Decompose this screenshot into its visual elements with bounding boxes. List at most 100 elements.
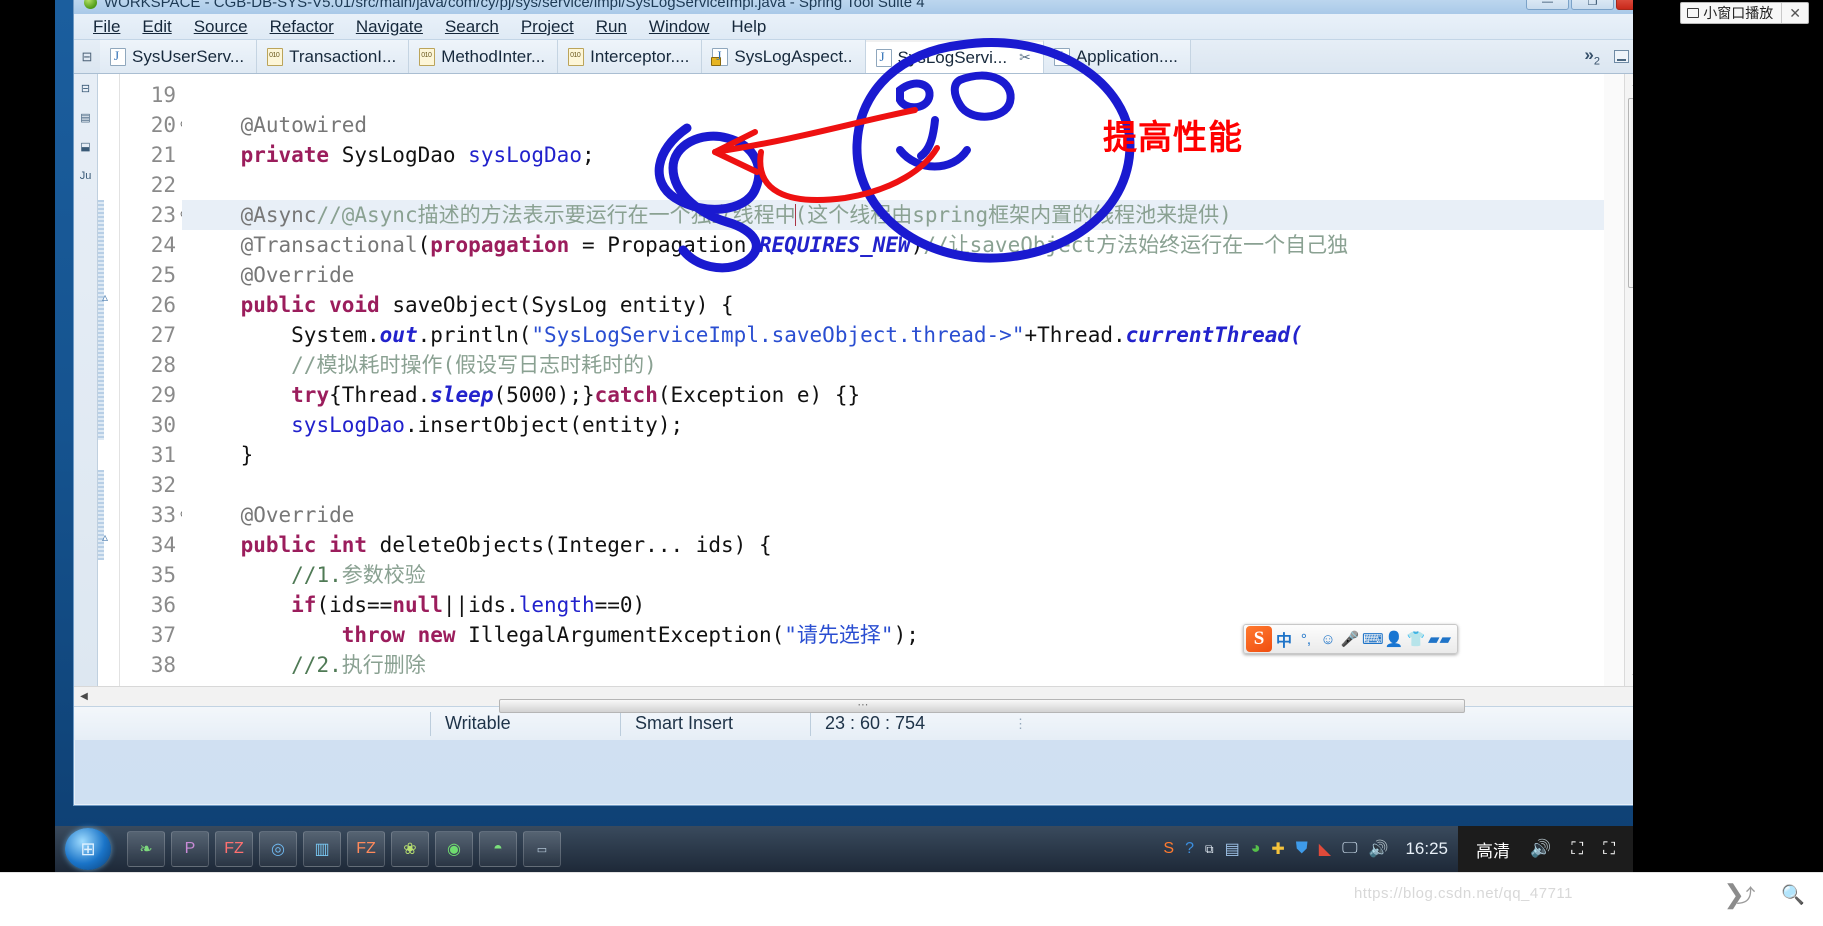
- minimize-button[interactable]: —: [1526, 0, 1569, 10]
- code-line-24[interactable]: @Transactional(propagation = Propagation…: [182, 230, 1604, 260]
- pip-float-widget[interactable]: 小窗口播放 ✕: [1680, 2, 1809, 24]
- smiley-icon[interactable]: ☺: [1318, 631, 1338, 648]
- editor-marker-bar[interactable]: ▵ ▵: [98, 74, 120, 686]
- keyboard-icon[interactable]: ⌨: [1362, 630, 1384, 648]
- pip-float-label-wrap[interactable]: 小窗口播放: [1681, 3, 1781, 23]
- line-number-30[interactable]: 30: [120, 410, 176, 440]
- line-number-36[interactable]: 36: [120, 590, 176, 620]
- line-number-25[interactable]: 25: [120, 260, 176, 290]
- taskbar-item-7[interactable]: ❀: [391, 831, 429, 867]
- taskbar-item-1[interactable]: ❧: [127, 831, 165, 867]
- hscroll-left-arrow[interactable]: ◀: [74, 691, 94, 702]
- code-line-23[interactable]: @Async//@Async描述的方法表示要运行在一个独立线程中(这个线程由sp…: [182, 200, 1604, 230]
- sogou-tray-icon[interactable]: S: [1163, 840, 1174, 858]
- user-icon[interactable]: 👤: [1384, 630, 1404, 648]
- menu-run[interactable]: Run: [585, 15, 638, 39]
- microphone-icon[interactable]: 🎤: [1340, 630, 1360, 648]
- scroll-up-arrow[interactable]: ▲: [1627, 74, 1633, 92]
- help-icon[interactable]: ?: [1185, 840, 1194, 858]
- line-number-35[interactable]: 35: [120, 560, 176, 590]
- line-number-27[interactable]: 27: [120, 320, 176, 350]
- junit-view-icon[interactable]: Ju: [77, 167, 94, 184]
- line-number-21[interactable]: 21: [120, 140, 176, 170]
- window-titlebar[interactable]: WORKSPACE - CGB-DB-SYS-V5.01/src/main/ja…: [74, 0, 1633, 14]
- network-icon[interactable]: ▤: [1225, 839, 1240, 859]
- menu-help[interactable]: Help: [720, 15, 777, 39]
- code-content[interactable]: @Autowired private SysLogDao sysLogDao; …: [182, 74, 1604, 686]
- editor-tab-0[interactable]: SysUserServ...: [100, 40, 258, 73]
- panel-minimize-icon[interactable]: [1614, 50, 1629, 63]
- line-number-23[interactable]: 23⊖: [120, 200, 188, 230]
- start-button[interactable]: ⊞: [65, 828, 111, 870]
- code-line-34[interactable]: public int deleteObjects(Integer... ids)…: [182, 530, 1604, 560]
- taskbar-item-10[interactable]: ▭: [523, 831, 561, 867]
- horizontal-scrollbar[interactable]: ◀ ⋯ ▶: [74, 686, 1633, 713]
- sogou-logo-icon[interactable]: S: [1246, 626, 1272, 652]
- scroll-down-arrow[interactable]: ▼: [1627, 668, 1633, 686]
- editor-tab-1[interactable]: TransactionI...: [257, 40, 410, 73]
- menu-project[interactable]: Project: [510, 15, 585, 39]
- menu-edit[interactable]: Edit: [131, 15, 182, 39]
- a-icon[interactable]: ◣: [1319, 839, 1331, 859]
- code-line-25[interactable]: @Override: [182, 260, 1604, 290]
- update-icon[interactable]: ✚: [1271, 839, 1284, 859]
- show-hidden-icons-icon[interactable]: ⧉: [1205, 842, 1214, 857]
- line-number-32[interactable]: 32: [120, 470, 176, 500]
- restore-button[interactable]: ❐: [1571, 0, 1614, 10]
- line-number-24[interactable]: 24: [120, 230, 176, 260]
- line-number-29[interactable]: 29: [120, 380, 176, 410]
- code-line-26[interactable]: public void saveObject(SysLog entity) {: [182, 290, 1604, 320]
- tab-list-icon[interactable]: ⊟: [74, 40, 100, 73]
- package-explorer-icon[interactable]: ▤: [77, 109, 94, 126]
- line-number-37[interactable]: 37: [120, 620, 176, 650]
- code-line-31[interactable]: }: [182, 440, 1604, 470]
- search-icon[interactable]: 🔍: [1781, 883, 1805, 907]
- line-number-38[interactable]: 38: [120, 650, 176, 680]
- menu-refactor[interactable]: Refactor: [259, 15, 345, 39]
- horizontal-scroll-thumb[interactable]: [499, 698, 1466, 713]
- taskbar-item-4[interactable]: ◎: [259, 831, 297, 867]
- editor-tab-4[interactable]: SysLogAspect..: [702, 40, 866, 73]
- code-line-32[interactable]: [182, 470, 1604, 500]
- menu-navigate[interactable]: Navigate: [345, 15, 434, 39]
- code-line-30[interactable]: sysLogDao.insertObject(entity);: [182, 410, 1604, 440]
- sogou-ime-toolbar[interactable]: S 中 °, ☺ 🎤 ⌨ 👤 👕 ▰▰: [1243, 624, 1458, 654]
- taskbar-item-5[interactable]: ▥: [303, 831, 341, 867]
- code-line-21[interactable]: private SysLogDao sysLogDao;: [182, 140, 1604, 170]
- code-line-38[interactable]: //2.执行删除: [182, 650, 1604, 680]
- tab-overflow-icon[interactable]: »2: [1584, 45, 1600, 67]
- wechat-icon[interactable]: ◕: [1251, 840, 1261, 858]
- apps-icon[interactable]: ▰▰: [1428, 630, 1451, 648]
- code-line-33[interactable]: @Override: [182, 500, 1604, 530]
- fullscreen-icon[interactable]: ⛶: [1603, 839, 1615, 859]
- menu-file[interactable]: File: [82, 15, 131, 39]
- code-line-29[interactable]: try{Thread.sleep(5000);}catch(Exception …: [182, 380, 1604, 410]
- overview-ruler[interactable]: [1604, 74, 1624, 686]
- code-line-35[interactable]: //1.参数校验: [182, 560, 1604, 590]
- volume-icon[interactable]: 🔊: [1530, 839, 1551, 859]
- taskbar-clock[interactable]: 16:25: [1405, 839, 1448, 859]
- display-icon[interactable]: 🖵: [1342, 840, 1357, 858]
- volume-icon[interactable]: 🔊: [1369, 839, 1389, 859]
- close-button[interactable]: ✕: [1616, 0, 1633, 10]
- line-number-19[interactable]: 19: [120, 80, 176, 110]
- line-number-26[interactable]: 26: [120, 290, 176, 320]
- menu-source[interactable]: Source: [183, 15, 259, 39]
- pip-close-icon[interactable]: ✕: [1781, 3, 1808, 23]
- menu-search[interactable]: Search: [434, 15, 510, 39]
- taskbar-item-9[interactable]: ◓: [479, 831, 517, 867]
- overridden-method-marker-34[interactable]: ▵: [102, 530, 108, 544]
- taskbar-item-6[interactable]: FZ: [347, 831, 385, 867]
- taskbar-item-2[interactable]: P: [171, 831, 209, 867]
- taskbar-item-8[interactable]: ◉: [435, 831, 473, 867]
- shield-icon[interactable]: ⛊: [1296, 840, 1308, 858]
- editor-tab-3[interactable]: Interceptor....: [558, 40, 703, 73]
- line-number-20[interactable]: 20⊖: [120, 110, 188, 140]
- editor-tab-5[interactable]: SysLogServi... ✂: [865, 40, 1044, 73]
- code-line-19[interactable]: [182, 80, 1604, 110]
- ime-punctuation-icon[interactable]: °,: [1296, 631, 1316, 648]
- line-number-33[interactable]: 33⊖: [120, 500, 188, 530]
- code-line-27[interactable]: System.out.println("SysLogServiceImpl.sa…: [182, 320, 1604, 350]
- line-number-31[interactable]: 31: [120, 440, 176, 470]
- code-line-28[interactable]: //模拟耗时操作(假设写日志时耗时的): [182, 350, 1604, 380]
